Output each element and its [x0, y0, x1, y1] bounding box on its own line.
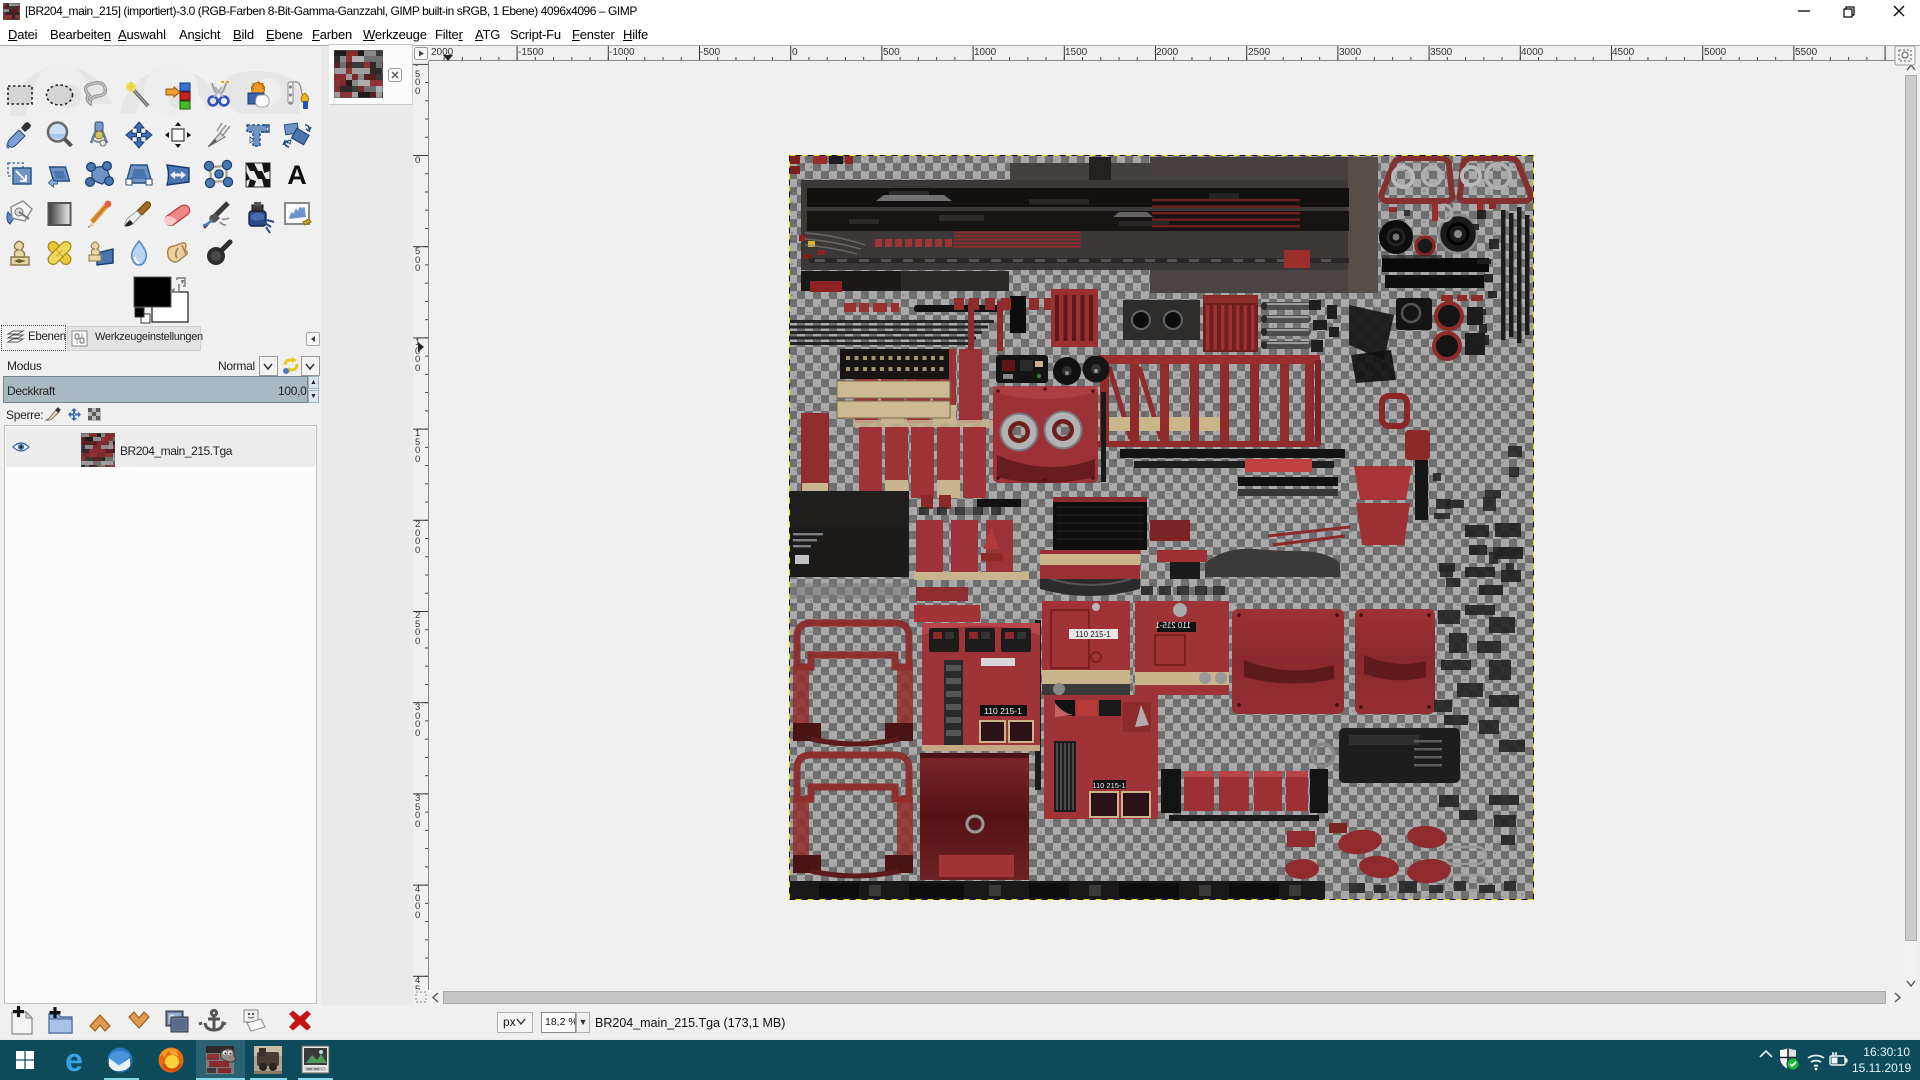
svg-text:110 215-1: 110 215-1 — [984, 706, 1022, 716]
svg-text:A: A — [287, 160, 307, 190]
svg-text:110 215-1: 110 215-1 — [1092, 781, 1125, 790]
svg-text:110 215-1: 110 215-1 — [1155, 621, 1191, 630]
svg-text:110 215-1: 110 215-1 — [1075, 630, 1111, 639]
svg-text:e: e — [65, 1042, 83, 1078]
